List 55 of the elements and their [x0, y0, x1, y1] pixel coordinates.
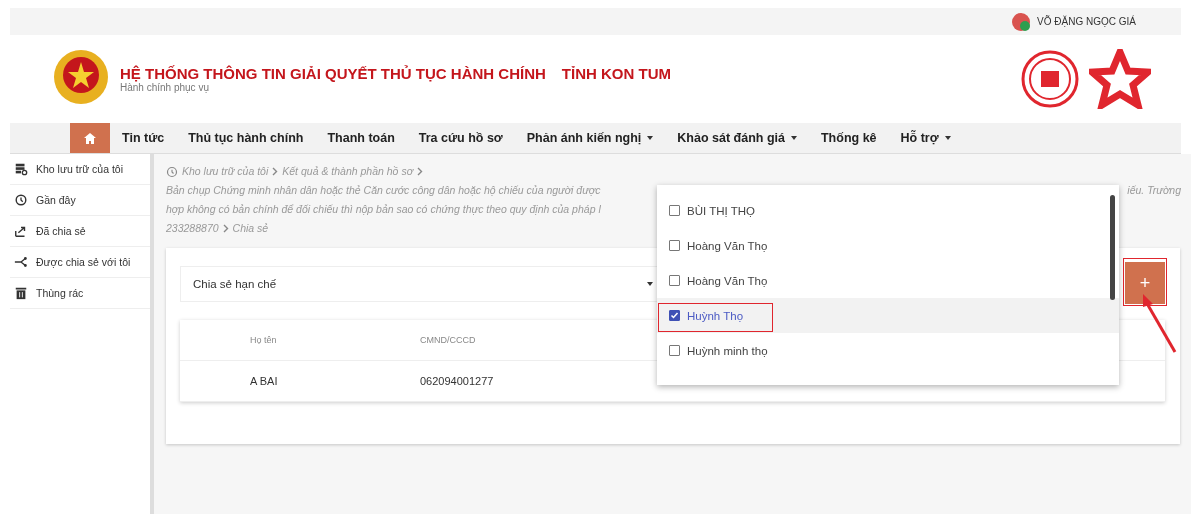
sidebar-item[interactable]: Gần đây	[10, 185, 150, 216]
checkbox[interactable]	[669, 345, 680, 356]
caret-icon	[647, 282, 653, 286]
checkbox[interactable]	[669, 275, 680, 286]
chevron-icon	[417, 167, 423, 176]
breadcrumb-current: Chia sẻ	[232, 221, 269, 236]
subtitle: Hành chính phục vụ	[120, 82, 210, 93]
nav-menu-item[interactable]: Tra cứu hồ sơ	[418, 131, 503, 145]
checkbox[interactable]	[669, 240, 680, 251]
sidebar-item[interactable]: Đã chia sẻ	[10, 216, 150, 247]
share-out-icon	[14, 224, 28, 238]
system-title: HỆ THỐNG THÔNG TIN GIẢI QUYẾT THỦ TỤC HÀNH CHÍNH	[120, 65, 546, 82]
table-cell-text: 062094001277	[419, 375, 495, 387]
home-button[interactable]	[70, 123, 110, 153]
sidebar-item[interactable]: Được chia sẻ với tôi	[10, 247, 150, 278]
table-cell-text: A BAI	[249, 375, 279, 387]
caret-icon	[944, 136, 951, 140]
nav-menu-item[interactable]: Thanh toán	[327, 131, 395, 145]
sidebar-item[interactable]: Kho lưu trữ của tôi	[10, 154, 150, 185]
seal-logo	[1021, 49, 1079, 109]
user-name[interactable]: VÕ ĐẶNG NGỌC GIÁ	[1037, 16, 1136, 27]
chevron-icon	[272, 167, 279, 176]
history-icon	[14, 193, 28, 207]
nav-menu-item[interactable]: Hỗ trợ	[900, 131, 951, 145]
province-title: TỈNH KON TUM	[561, 65, 671, 82]
nav-menu-item[interactable]: Khảo sát đánh giá	[677, 131, 797, 145]
history-icon	[166, 165, 178, 178]
checkbox[interactable]	[669, 205, 680, 216]
share-icon	[14, 255, 28, 269]
user-option[interactable]: BÙI THỊ THỌ	[657, 193, 1119, 228]
chevron-icon	[222, 224, 229, 233]
scrollbar[interactable]	[1110, 195, 1115, 300]
column-header: Họ tên	[249, 335, 278, 345]
column-header: CMND/CCCD	[419, 335, 477, 345]
trash-icon	[14, 286, 28, 300]
nav-menu-item[interactable]: Tin tức	[122, 131, 165, 145]
checkbox[interactable]	[669, 310, 680, 321]
check-icon	[670, 311, 679, 320]
nav-menu-item[interactable]: Thống kê	[821, 131, 877, 145]
breadcrumb-text: Bản chụp Chứng minh nhân dân hoặc thẻ Căn cước công dân hoặc hộ chiếu của người được	[166, 183, 601, 198]
caret-icon	[647, 136, 654, 140]
star-logo	[1089, 49, 1151, 109]
caret-icon	[791, 136, 797, 140]
user-option[interactable]: Hoàng Văn Thọ	[657, 228, 1119, 263]
nav-menu-item[interactable]: Thủ tục hành chính	[188, 131, 304, 145]
user-option[interactable]: Huỳnh Thọ	[657, 298, 1119, 333]
breadcrumb-text: hợp không có bản chính để đối chiếu thì nộp bản sao có chứng thực theo quy định của pháp l	[166, 203, 601, 215]
user-avatar-icon	[1011, 11, 1032, 32]
home-icon	[84, 132, 96, 144]
breadcrumb-text: iếu. Trường	[1127, 183, 1181, 198]
user-option[interactable]: Huỳnh minh thọ	[657, 333, 1119, 368]
storage-icon	[14, 162, 28, 176]
nav-menu-item[interactable]: Phản ánh kiến nghị	[526, 131, 654, 145]
highlight-frame	[1123, 258, 1167, 306]
sidebar-item[interactable]: Thùng rác	[10, 278, 150, 309]
